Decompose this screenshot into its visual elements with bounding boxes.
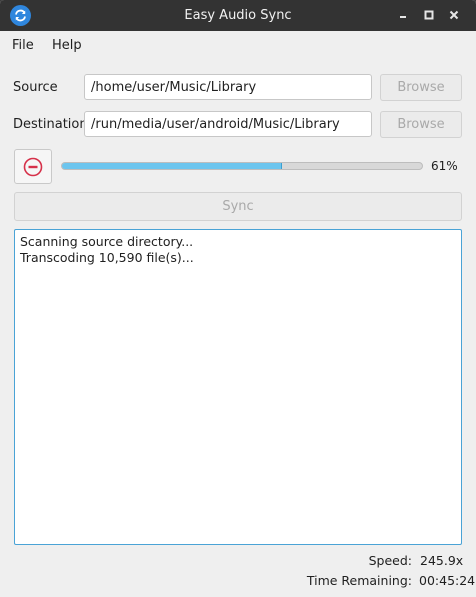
menu-help[interactable]: Help [52,38,82,53]
progress-percent: 61% [431,159,458,173]
speed-label: Speed: [368,553,412,568]
minimize-icon[interactable] [395,7,411,23]
destination-label: Destination [13,117,88,132]
log-output[interactable]: Scanning source directory... Transcoding… [14,229,462,545]
progress-bar-fill [62,163,282,169]
menu-file[interactable]: File [12,38,34,53]
source-label: Source [13,80,58,95]
title-bar: Easy Audio Sync [0,0,476,31]
speed-value: 245.9x [420,553,464,568]
progress-bar [61,162,423,170]
stop-button[interactable] [14,149,52,184]
maximize-icon[interactable] [421,7,437,23]
destination-browse-button[interactable]: Browse [380,111,462,138]
log-line: Transcoding 10,590 file(s)... [20,250,194,265]
menu-bar: File Help [0,31,476,59]
source-browse-button[interactable]: Browse [380,74,462,101]
destination-path-input[interactable]: /run/media/user/android/Music/Library [84,111,372,137]
time-remaining-value: 00:45:24 [419,573,476,588]
app-window: Easy Audio Sync File Help Source /home/u… [0,0,476,597]
sync-button[interactable]: Sync [14,192,462,221]
source-path-input[interactable]: /home/user/Music/Library [84,74,372,100]
stop-icon [23,157,43,177]
log-line: Scanning source directory... [20,234,194,249]
close-icon[interactable] [446,7,462,23]
time-remaining-label: Time Remaining: [306,573,412,588]
